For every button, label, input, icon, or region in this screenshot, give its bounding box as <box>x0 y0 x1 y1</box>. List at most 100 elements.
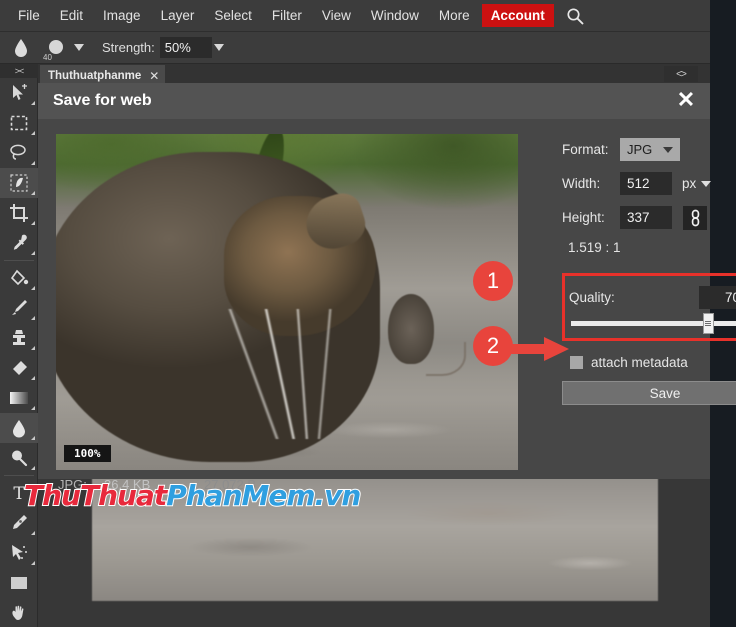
dialog-title-bar: Save for web ✕ <box>38 83 710 119</box>
menu-more[interactable]: More <box>429 4 480 27</box>
tool-expand-corner-icon <box>31 221 35 225</box>
menu-bar: File Edit Image Layer Select Filter View… <box>0 0 710 32</box>
brush-tool-icon[interactable] <box>0 293 38 323</box>
format-label: Format: <box>562 142 609 157</box>
attach-metadata-label: attach metadata <box>591 355 688 370</box>
tool-expand-corner-icon <box>31 376 35 380</box>
format-row: Format: JPG <box>562 137 736 162</box>
account-button[interactable]: Account <box>481 4 554 27</box>
tool-expand-corner-icon <box>31 561 35 565</box>
strength-input[interactable]: 50% <box>159 37 212 58</box>
eyedropper-tool-icon[interactable] <box>0 228 38 258</box>
format-select[interactable]: JPG <box>620 138 680 161</box>
tool-expand-corner-icon <box>31 406 35 410</box>
quality-slider[interactable] <box>571 313 736 334</box>
tool-expand-corner-icon <box>31 131 35 135</box>
move-tool-icon[interactable] <box>0 78 38 108</box>
close-icon[interactable]: ✕ <box>674 89 698 113</box>
quality-section: Quality: 70% <box>562 273 736 341</box>
palette-collapse-button[interactable]: >< <box>0 64 38 78</box>
magic-wand-tool-icon[interactable] <box>0 168 38 198</box>
tool-expand-corner-icon <box>31 286 35 290</box>
format-select-value: JPG <box>627 142 653 157</box>
tool-expand-corner-icon <box>31 466 35 470</box>
chevron-down-icon <box>663 147 673 153</box>
rectangular-marquee-tool-icon[interactable] <box>0 108 38 138</box>
zoom-level-badge: 100% <box>64 445 111 462</box>
gray-swatch-tool-icon[interactable] <box>0 568 38 598</box>
export-settings-panel: Format: JPG Width: 512 px Height: 337 1.… <box>562 137 736 405</box>
tool-expand-corner-icon <box>31 101 35 105</box>
menu-edit[interactable]: Edit <box>50 4 93 27</box>
dialog-body: 100% JPG: 26.4 KB 27.072 B Format: JPG W… <box>38 119 736 492</box>
dialog-title: Save for web <box>53 92 152 109</box>
strength-label: Strength: <box>102 40 155 55</box>
tab-navigation-arrows-icon[interactable]: <> <box>664 66 698 82</box>
smudge-tool-icon[interactable] <box>0 413 38 443</box>
strength-dropdown-chevron-down-icon[interactable] <box>213 44 224 51</box>
watermark-part-3: .vn <box>314 478 363 513</box>
dodge-tool-icon[interactable] <box>0 443 38 473</box>
annotation-badge-1: 1 <box>473 261 513 301</box>
tool-divider <box>4 475 34 476</box>
lasso-tool-icon[interactable] <box>0 138 38 168</box>
menu-window[interactable]: Window <box>361 4 429 27</box>
height-row: Height: 337 <box>562 205 736 230</box>
menu-file[interactable]: File <box>8 4 50 27</box>
watermark-part-1: ThuThuat <box>23 478 168 513</box>
search-icon[interactable] <box>564 5 586 27</box>
close-icon[interactable]: ✕ <box>149 69 159 83</box>
tool-expand-corner-icon <box>31 436 35 440</box>
tool-expand-corner-icon <box>31 346 35 350</box>
shape-tool-icon[interactable] <box>0 538 38 568</box>
application-window: File Edit Image Layer Select Filter View… <box>0 0 736 627</box>
gradient-tool-icon[interactable] <box>0 383 38 413</box>
tool-expand-corner-icon <box>31 161 35 165</box>
unit-select-value: px <box>682 176 697 191</box>
quality-slider-thumb[interactable] <box>702 313 714 334</box>
preview-cat-whiskers <box>182 309 392 439</box>
annotation-arrow <box>500 336 570 362</box>
image-preview: 100% <box>56 134 518 470</box>
width-input[interactable]: 512 <box>620 172 672 195</box>
menu-layer[interactable]: Layer <box>151 4 205 27</box>
water-drop-icon <box>8 35 34 61</box>
watermark-part-2: PhanMem <box>165 478 316 513</box>
menu-view[interactable]: View <box>312 4 361 27</box>
link-constrain-icon[interactable] <box>683 205 707 230</box>
save-for-web-dialog: Save for web ✕ 100% JPG: 26.4 KB 27.072 … <box>38 83 736 492</box>
brush-size-value: 40 <box>43 52 52 62</box>
attach-metadata-row[interactable]: attach metadata <box>562 355 736 370</box>
tool-expand-corner-icon <box>31 251 35 255</box>
tool-expand-corner-icon <box>31 191 35 195</box>
paint-bucket-tool-icon[interactable] <box>0 263 38 293</box>
menu-image[interactable]: Image <box>93 4 151 27</box>
clone-stamp-tool-icon[interactable] <box>0 323 38 353</box>
eraser-tool-icon[interactable] <box>0 353 38 383</box>
height-label: Height: <box>562 210 605 225</box>
watermark: ThuThuatPhanMem.vn <box>23 478 363 513</box>
quality-input[interactable]: 70% <box>699 286 736 309</box>
tool-divider <box>4 260 34 261</box>
aspect-ratio-label: 1.519 : 1 <box>568 240 621 255</box>
document-tab-label: Thuthuatphanme <box>48 69 142 82</box>
attach-metadata-checkbox[interactable] <box>570 356 583 369</box>
crop-tool-icon[interactable] <box>0 198 38 228</box>
pen-tool-icon[interactable] <box>0 508 38 538</box>
menu-select[interactable]: Select <box>204 4 262 27</box>
brush-size-preview[interactable]: 40 <box>40 35 72 62</box>
width-label: Width: <box>562 176 601 191</box>
tool-options-bar: 40 Strength: 50% <box>0 32 710 64</box>
quality-row: Quality: 70% <box>565 286 736 309</box>
hand-tool-icon[interactable] <box>0 598 38 627</box>
width-row: Width: 512 px <box>562 171 736 196</box>
chevron-down-icon <box>701 180 712 187</box>
tool-expand-corner-icon <box>31 531 35 535</box>
brush-dot-icon <box>49 39 63 54</box>
unit-select[interactable]: px <box>682 176 712 191</box>
brush-dropdown-chevron-down-icon[interactable] <box>74 44 84 51</box>
menu-filter[interactable]: Filter <box>262 4 312 27</box>
save-button[interactable]: Save <box>562 381 736 405</box>
quality-label: Quality: <box>569 290 615 305</box>
height-input[interactable]: 337 <box>620 206 672 229</box>
